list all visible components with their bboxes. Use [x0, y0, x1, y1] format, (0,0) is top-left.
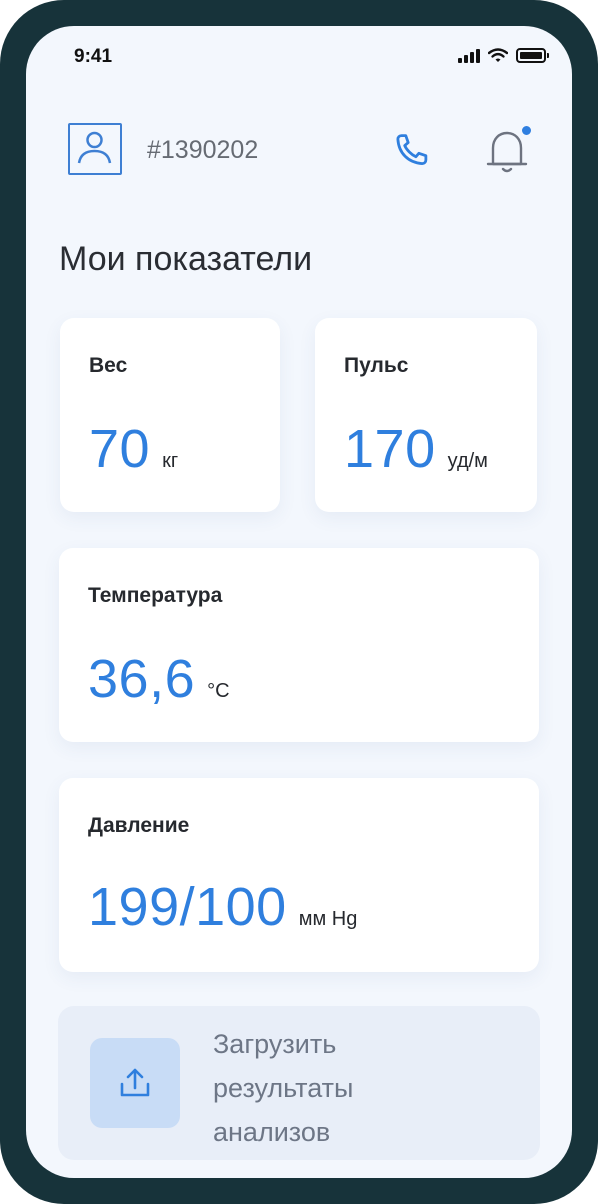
temperature-value: 36,6	[88, 649, 196, 709]
weight-card[interactable]: Вес 70 кг	[60, 318, 280, 512]
pressure-label: Давление	[88, 814, 190, 837]
status-time: 9:41	[74, 46, 113, 67]
pressure-unit: мм Hg	[298, 908, 358, 930]
weight-value: 70	[89, 419, 151, 479]
app-screen: 9:41 #1390202 Мои показатели Вес 70 кг П…	[26, 26, 572, 1178]
call-button[interactable]	[390, 130, 432, 172]
upload-label: Загрузить результаты анализов	[213, 1029, 354, 1147]
pressure-reading: 199/100 мм Hg	[88, 876, 357, 938]
temperature-reading: 36,6 °C	[88, 648, 230, 710]
phone-icon	[396, 134, 428, 165]
temperature-unit: °C	[207, 680, 230, 702]
profile-button[interactable]	[68, 123, 122, 175]
upload-icon	[120, 1068, 150, 1097]
phone-frame: 9:41 #1390202 Мои показатели Вес 70 кг П…	[0, 0, 598, 1204]
battery-icon	[516, 48, 549, 63]
pulse-label: Пульс	[344, 354, 409, 377]
status-icons	[458, 48, 549, 63]
wifi-icon	[488, 48, 508, 62]
weight-unit: кг	[162, 450, 179, 472]
upload-results-button[interactable]: Загрузить результаты анализов	[58, 1006, 540, 1160]
upload-icon-box	[90, 1038, 180, 1128]
pressure-card[interactable]: Давление 199/100 мм Hg	[59, 778, 539, 972]
temperature-card[interactable]: Температура 36,6 °C	[59, 548, 539, 742]
temperature-label: Температура	[88, 584, 223, 607]
pulse-value: 170	[344, 419, 436, 479]
user-icon	[77, 131, 112, 164]
signal-icon	[458, 48, 480, 63]
pulse-card[interactable]: Пульс 170 уд/м	[315, 318, 537, 512]
pulse-unit: уд/м	[447, 450, 488, 472]
weight-reading: 70 кг	[89, 418, 178, 480]
page-title: Мои показатели	[59, 240, 313, 278]
pressure-value: 199/100	[88, 877, 287, 937]
notification-dot	[520, 124, 533, 137]
patient-id: #1390202	[147, 136, 259, 164]
pulse-reading: 170 уд/м	[344, 418, 488, 480]
weight-label: Вес	[89, 354, 128, 377]
